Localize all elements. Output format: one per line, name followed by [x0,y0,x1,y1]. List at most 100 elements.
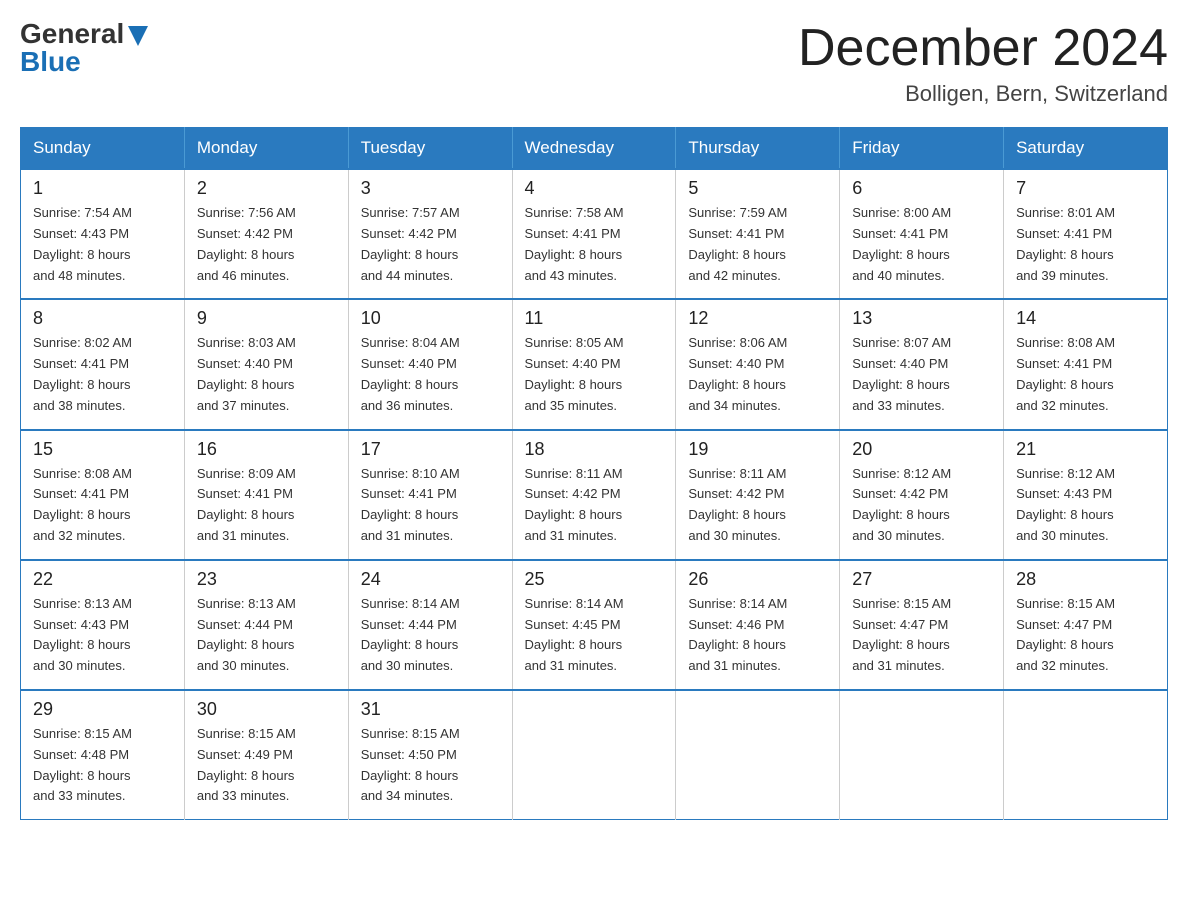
day-info: Sunrise: 8:10 AMSunset: 4:41 PMDaylight:… [361,464,500,547]
day-info: Sunrise: 8:04 AMSunset: 4:40 PMDaylight:… [361,333,500,416]
day-number: 10 [361,308,500,329]
day-cell: 9 Sunrise: 8:03 AMSunset: 4:40 PMDayligh… [184,299,348,429]
day-number: 29 [33,699,172,720]
day-cell: 17 Sunrise: 8:10 AMSunset: 4:41 PMDaylig… [348,430,512,560]
day-info: Sunrise: 8:12 AMSunset: 4:42 PMDaylight:… [852,464,991,547]
day-number: 11 [525,308,664,329]
page-header: General Blue December 2024 Bolligen, Ber… [20,20,1168,107]
day-info: Sunrise: 8:08 AMSunset: 4:41 PMDaylight:… [1016,333,1155,416]
day-number: 2 [197,178,336,199]
day-number: 12 [688,308,827,329]
day-number: 21 [1016,439,1155,460]
day-cell: 11 Sunrise: 8:05 AMSunset: 4:40 PMDaylig… [512,299,676,429]
logo-general-line: General [20,20,148,48]
day-info: Sunrise: 8:03 AMSunset: 4:40 PMDaylight:… [197,333,336,416]
location-subtitle: Bolligen, Bern, Switzerland [798,81,1168,107]
col-header-saturday: Saturday [1004,128,1168,170]
day-cell: 12 Sunrise: 8:06 AMSunset: 4:40 PMDaylig… [676,299,840,429]
day-info: Sunrise: 8:13 AMSunset: 4:43 PMDaylight:… [33,594,172,677]
day-info: Sunrise: 8:02 AMSunset: 4:41 PMDaylight:… [33,333,172,416]
day-info: Sunrise: 7:56 AMSunset: 4:42 PMDaylight:… [197,203,336,286]
day-cell: 28 Sunrise: 8:15 AMSunset: 4:47 PMDaylig… [1004,560,1168,690]
day-info: Sunrise: 8:15 AMSunset: 4:49 PMDaylight:… [197,724,336,807]
day-cell: 7 Sunrise: 8:01 AMSunset: 4:41 PMDayligh… [1004,169,1168,299]
day-cell: 3 Sunrise: 7:57 AMSunset: 4:42 PMDayligh… [348,169,512,299]
day-info: Sunrise: 8:08 AMSunset: 4:41 PMDaylight:… [33,464,172,547]
day-info: Sunrise: 8:15 AMSunset: 4:47 PMDaylight:… [852,594,991,677]
day-info: Sunrise: 8:15 AMSunset: 4:48 PMDaylight:… [33,724,172,807]
day-number: 9 [197,308,336,329]
day-info: Sunrise: 8:00 AMSunset: 4:41 PMDaylight:… [852,203,991,286]
col-header-sunday: Sunday [21,128,185,170]
week-row-4: 22 Sunrise: 8:13 AMSunset: 4:43 PMDaylig… [21,560,1168,690]
day-cell: 2 Sunrise: 7:56 AMSunset: 4:42 PMDayligh… [184,169,348,299]
day-info: Sunrise: 7:57 AMSunset: 4:42 PMDaylight:… [361,203,500,286]
day-number: 1 [33,178,172,199]
day-cell: 22 Sunrise: 8:13 AMSunset: 4:43 PMDaylig… [21,560,185,690]
day-cell: 26 Sunrise: 8:14 AMSunset: 4:46 PMDaylig… [676,560,840,690]
day-number: 26 [688,569,827,590]
day-info: Sunrise: 8:14 AMSunset: 4:46 PMDaylight:… [688,594,827,677]
day-cell: 5 Sunrise: 7:59 AMSunset: 4:41 PMDayligh… [676,169,840,299]
day-number: 28 [1016,569,1155,590]
day-number: 4 [525,178,664,199]
day-info: Sunrise: 8:09 AMSunset: 4:41 PMDaylight:… [197,464,336,547]
day-cell: 8 Sunrise: 8:02 AMSunset: 4:41 PMDayligh… [21,299,185,429]
day-number: 8 [33,308,172,329]
day-info: Sunrise: 8:15 AMSunset: 4:47 PMDaylight:… [1016,594,1155,677]
day-number: 20 [852,439,991,460]
day-number: 17 [361,439,500,460]
day-number: 6 [852,178,991,199]
day-number: 27 [852,569,991,590]
day-cell: 19 Sunrise: 8:11 AMSunset: 4:42 PMDaylig… [676,430,840,560]
title-block: December 2024 Bolligen, Bern, Switzerlan… [798,20,1168,107]
day-info: Sunrise: 7:54 AMSunset: 4:43 PMDaylight:… [33,203,172,286]
col-header-tuesday: Tuesday [348,128,512,170]
day-cell: 23 Sunrise: 8:13 AMSunset: 4:44 PMDaylig… [184,560,348,690]
day-number: 18 [525,439,664,460]
day-number: 19 [688,439,827,460]
logo-general-text: General [20,20,124,48]
day-header-row: SundayMondayTuesdayWednesdayThursdayFrid… [21,128,1168,170]
day-info: Sunrise: 8:15 AMSunset: 4:50 PMDaylight:… [361,724,500,807]
day-cell: 10 Sunrise: 8:04 AMSunset: 4:40 PMDaylig… [348,299,512,429]
day-number: 30 [197,699,336,720]
day-info: Sunrise: 8:06 AMSunset: 4:40 PMDaylight:… [688,333,827,416]
day-number: 5 [688,178,827,199]
day-cell: 6 Sunrise: 8:00 AMSunset: 4:41 PMDayligh… [840,169,1004,299]
day-cell [840,690,1004,820]
day-info: Sunrise: 8:11 AMSunset: 4:42 PMDaylight:… [525,464,664,547]
day-cell: 24 Sunrise: 8:14 AMSunset: 4:44 PMDaylig… [348,560,512,690]
day-info: Sunrise: 8:05 AMSunset: 4:40 PMDaylight:… [525,333,664,416]
logo-triangle-icon [128,26,148,46]
day-info: Sunrise: 8:14 AMSunset: 4:44 PMDaylight:… [361,594,500,677]
day-number: 16 [197,439,336,460]
day-cell [676,690,840,820]
day-info: Sunrise: 8:14 AMSunset: 4:45 PMDaylight:… [525,594,664,677]
day-number: 22 [33,569,172,590]
day-number: 24 [361,569,500,590]
day-info: Sunrise: 8:11 AMSunset: 4:42 PMDaylight:… [688,464,827,547]
col-header-wednesday: Wednesday [512,128,676,170]
day-cell: 16 Sunrise: 8:09 AMSunset: 4:41 PMDaylig… [184,430,348,560]
logo-blue-text: Blue [20,48,81,76]
day-number: 31 [361,699,500,720]
day-number: 23 [197,569,336,590]
day-number: 7 [1016,178,1155,199]
day-cell: 13 Sunrise: 8:07 AMSunset: 4:40 PMDaylig… [840,299,1004,429]
week-row-1: 1 Sunrise: 7:54 AMSunset: 4:43 PMDayligh… [21,169,1168,299]
day-info: Sunrise: 7:59 AMSunset: 4:41 PMDaylight:… [688,203,827,286]
day-cell: 14 Sunrise: 8:08 AMSunset: 4:41 PMDaylig… [1004,299,1168,429]
day-cell: 31 Sunrise: 8:15 AMSunset: 4:50 PMDaylig… [348,690,512,820]
calendar-table: SundayMondayTuesdayWednesdayThursdayFrid… [20,127,1168,820]
week-row-5: 29 Sunrise: 8:15 AMSunset: 4:48 PMDaylig… [21,690,1168,820]
col-header-monday: Monday [184,128,348,170]
week-row-3: 15 Sunrise: 8:08 AMSunset: 4:41 PMDaylig… [21,430,1168,560]
day-cell: 21 Sunrise: 8:12 AMSunset: 4:43 PMDaylig… [1004,430,1168,560]
calendar-body: 1 Sunrise: 7:54 AMSunset: 4:43 PMDayligh… [21,169,1168,819]
week-row-2: 8 Sunrise: 8:02 AMSunset: 4:41 PMDayligh… [21,299,1168,429]
day-info: Sunrise: 8:13 AMSunset: 4:44 PMDaylight:… [197,594,336,677]
day-number: 25 [525,569,664,590]
day-cell: 15 Sunrise: 8:08 AMSunset: 4:41 PMDaylig… [21,430,185,560]
logo: General Blue [20,20,148,76]
